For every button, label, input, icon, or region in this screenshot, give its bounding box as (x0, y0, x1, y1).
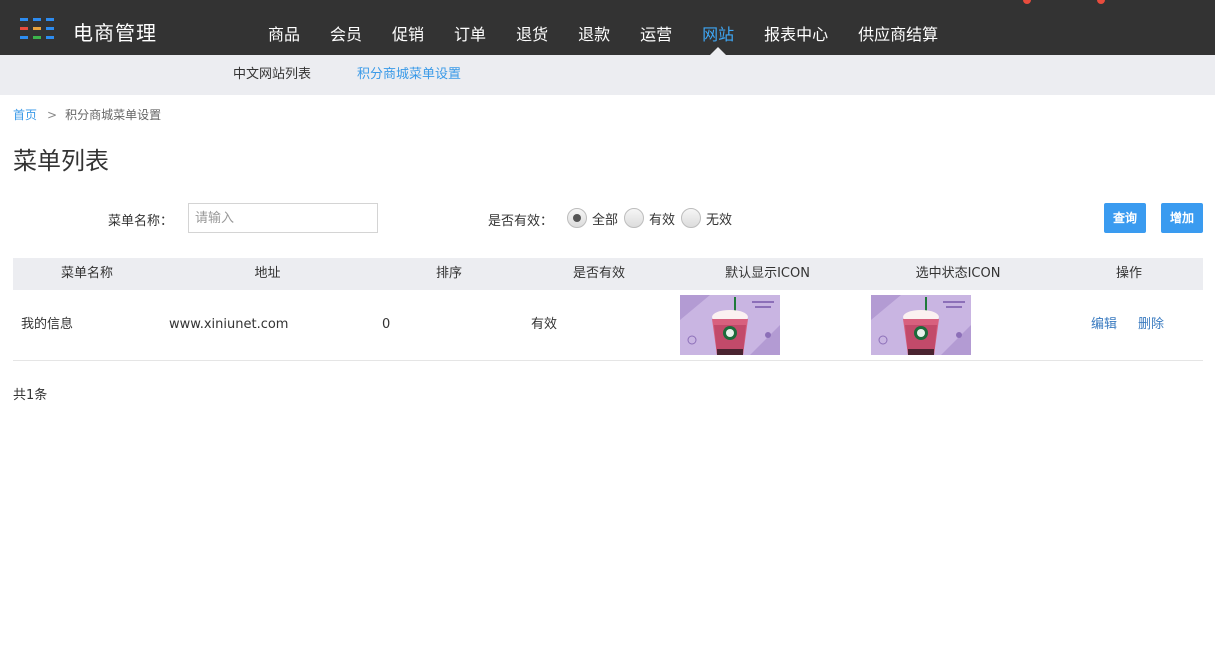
nav-item-label: 退款 (578, 25, 611, 44)
breadcrumb: 首页 > 积分商城菜单设置 (13, 106, 161, 123)
radio-invalid[interactable]: 无效 (681, 208, 732, 228)
breadcrumb-home-link[interactable]: 首页 (13, 106, 37, 123)
app-logo-icon (20, 18, 58, 40)
query-button[interactable]: 查询 (1104, 203, 1146, 233)
nav-item-website[interactable]: 网站 (687, 0, 749, 55)
column-header-url: 地址 (254, 266, 281, 281)
menu-name-input[interactable] (188, 203, 378, 233)
subnav-item-points-mall-menu[interactable]: 积分商城菜单设置 (357, 55, 461, 95)
nav-item-label: 供应商结算 (858, 25, 939, 44)
column-header-sort: 排序 (435, 266, 462, 281)
cell-url: www.xiniunet.com (169, 317, 289, 332)
selected-icon-image (871, 295, 971, 355)
subnav-item-chinese-site-list[interactable]: 中文网站列表 (233, 55, 311, 95)
column-header-default-icon: 默认显示ICON (725, 266, 810, 281)
valid-status-label: 是否有效： (488, 214, 554, 229)
table-row: 我的信息 www.xiniunet.com 0 有效 编辑 删除 (13, 290, 1203, 361)
nav-item-reports[interactable]: 报表中心 (749, 0, 843, 55)
radio-circle-icon[interactable] (681, 208, 702, 228)
notification-dot-icon[interactable] (1097, 0, 1105, 4)
column-header-actions: 操作 (1115, 266, 1142, 281)
radio-valid[interactable]: 有效 (624, 208, 675, 228)
column-header-menu-name: 菜单名称 (60, 266, 113, 281)
nav-item-label: 报表中心 (764, 25, 829, 44)
nav-item-label: 网站 (702, 25, 735, 44)
radio-label: 无效 (706, 212, 733, 228)
nav-item-label: 订单 (454, 25, 487, 44)
radio-label: 有效 (649, 212, 676, 228)
column-header-valid: 是否有效 (572, 266, 625, 281)
cell-menu-name: 我的信息 (21, 317, 74, 332)
nav-item-promotions[interactable]: 促销 (377, 0, 439, 55)
radio-label: 全部 (592, 212, 619, 228)
nav-item-label: 会员 (330, 25, 363, 44)
active-caret-icon (710, 47, 727, 55)
breadcrumb-separator: > (47, 107, 58, 122)
table-header: 菜单名称 地址 排序 是否有效 默认显示ICON 选中状态ICON 操作 (13, 258, 1203, 290)
radio-circle-icon[interactable] (567, 208, 587, 228)
main-nav: 商品 会员 促销 订单 退货 退款 运营 网站 报表中心 供应商结算 (253, 0, 953, 55)
nav-item-orders[interactable]: 订单 (439, 0, 501, 55)
notification-dot-icon[interactable] (1023, 0, 1031, 4)
nav-item-products[interactable]: 商品 (253, 0, 315, 55)
top-bar: 电商管理 商品 会员 促销 订单 退货 退款 运营 网站 报表中心 供应商结算 (0, 0, 1215, 55)
menu-name-label: 菜单名称： (108, 214, 174, 229)
app-title: 电商管理 (73, 21, 157, 45)
nav-item-label: 商品 (268, 25, 301, 44)
valid-status-radio-group: 全部 有效 无效 (567, 208, 738, 228)
nav-item-refunds[interactable]: 退款 (563, 0, 625, 55)
nav-item-members[interactable]: 会员 (315, 0, 377, 55)
nav-item-returns[interactable]: 退货 (501, 0, 563, 55)
column-header-selected-icon: 选中状态ICON (915, 266, 1001, 281)
delete-link[interactable]: 删除 (1138, 290, 1164, 360)
add-button[interactable]: 增加 (1161, 203, 1203, 233)
total-count: 共1条 (13, 388, 48, 403)
cell-valid: 有效 (531, 317, 558, 332)
breadcrumb-current: 积分商城菜单设置 (65, 108, 162, 122)
nav-item-label: 退货 (516, 25, 549, 44)
edit-link[interactable]: 编辑 (1091, 290, 1117, 360)
cell-sort: 0 (382, 317, 391, 332)
radio-circle-icon[interactable] (624, 208, 645, 228)
nav-item-label: 运营 (640, 25, 673, 44)
nav-item-label: 促销 (392, 25, 425, 44)
nav-item-supplier-settlement[interactable]: 供应商结算 (843, 0, 953, 55)
radio-all[interactable]: 全部 (567, 208, 618, 228)
nav-item-operations[interactable]: 运营 (625, 0, 687, 55)
sub-nav: 中文网站列表 积分商城菜单设置 (0, 55, 1215, 95)
default-icon-image (680, 295, 780, 355)
page-title: 菜单列表 (13, 147, 109, 175)
